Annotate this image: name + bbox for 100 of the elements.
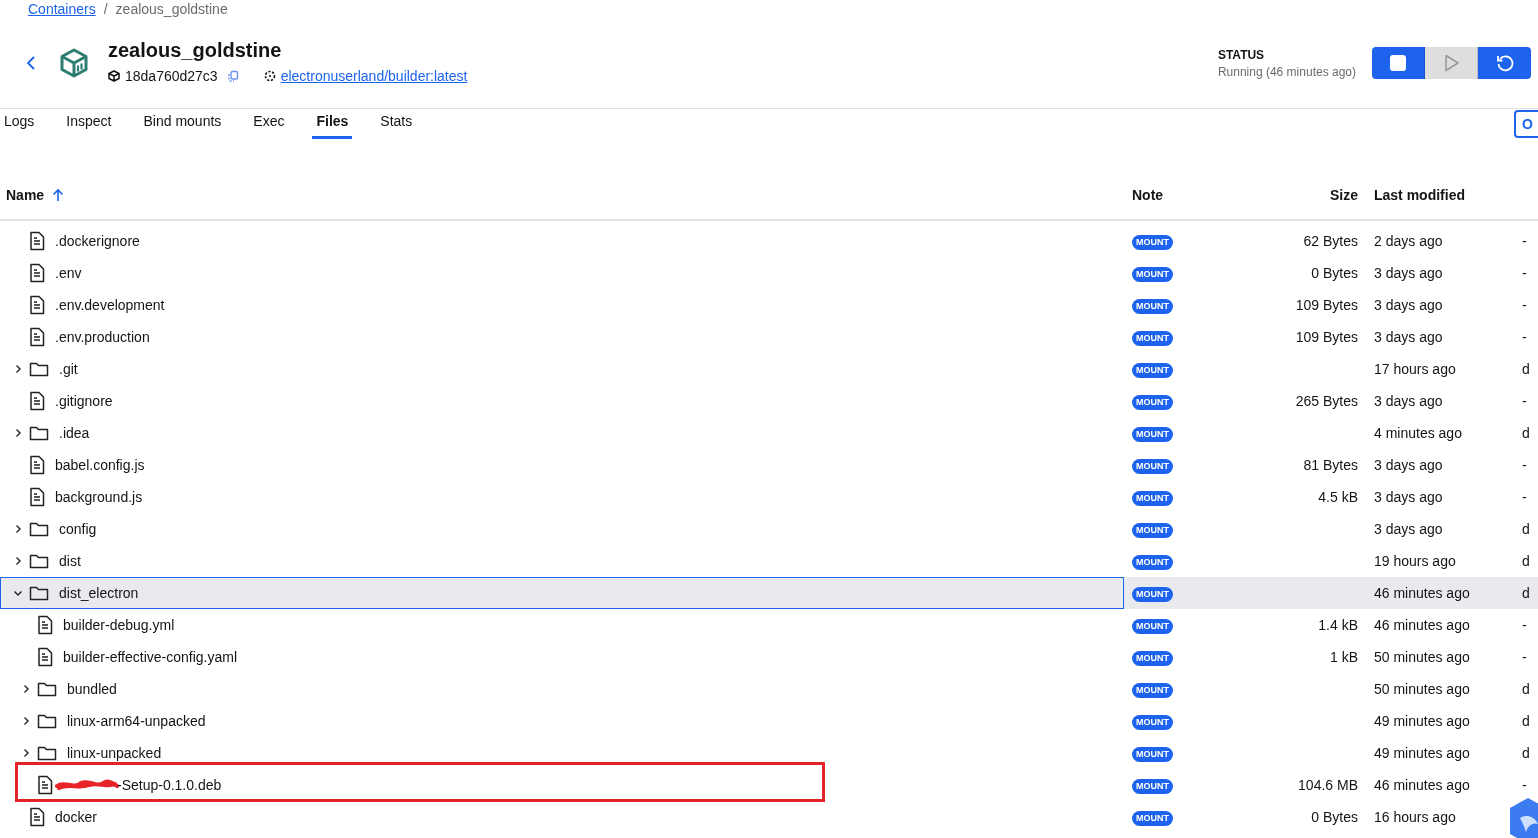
image-icon bbox=[263, 69, 276, 82]
permissions-text: - bbox=[1522, 649, 1527, 665]
restart-icon bbox=[1495, 54, 1514, 72]
column-header[interactable]: Note bbox=[1132, 187, 1164, 203]
file-icon bbox=[29, 231, 45, 251]
file-icon bbox=[29, 295, 45, 315]
modified-time: 50 minutes ago bbox=[1374, 649, 1470, 665]
open-button[interactable]: O bbox=[1514, 110, 1538, 138]
table-row[interactable]: dist MOUNT 19 hours ago d bbox=[0, 545, 1538, 577]
file-name: dist_electron bbox=[59, 585, 139, 601]
tab[interactable]: Exec bbox=[249, 109, 289, 139]
table-row[interactable]: bundled MOUNT 50 minutes ago d bbox=[0, 673, 1538, 705]
tab[interactable]: Inspect bbox=[62, 109, 116, 139]
tab[interactable]: Logs bbox=[0, 109, 39, 139]
chevron-icon[interactable] bbox=[21, 684, 31, 694]
back-icon[interactable] bbox=[26, 55, 36, 71]
tab[interactable]: Files bbox=[312, 109, 353, 139]
table-row[interactable]: .gitignore MOUNT 265 Bytes 3 days ago - bbox=[0, 385, 1538, 417]
mount-badge: MOUNT bbox=[1132, 715, 1173, 730]
table-row[interactable]: .env MOUNT 0 Bytes 3 days ago - bbox=[0, 257, 1538, 289]
image-link[interactable]: electronuserland/builder:latest bbox=[280, 67, 468, 84]
mount-badge: MOUNT bbox=[1132, 683, 1173, 698]
modified-time: 19 hours ago bbox=[1374, 553, 1456, 569]
tab[interactable]: Stats bbox=[376, 109, 417, 139]
file-icon bbox=[37, 647, 53, 667]
tab[interactable]: Bind mounts bbox=[139, 109, 226, 139]
column-header[interactable]: Size bbox=[1330, 187, 1358, 203]
table-row[interactable]: .env.production MOUNT 109 Bytes 3 days ago - bbox=[0, 321, 1538, 353]
file-name: .idea bbox=[59, 425, 90, 441]
mount-badge: MOUNT bbox=[1132, 299, 1173, 314]
chevron-icon[interactable] bbox=[13, 524, 23, 534]
chevron-icon[interactable] bbox=[13, 428, 23, 438]
permissions-text: - bbox=[1522, 329, 1527, 345]
mount-badge: MOUNT bbox=[1132, 491, 1173, 506]
mount-badge: MOUNT bbox=[1132, 651, 1173, 666]
file-size: 265 Bytes bbox=[1295, 393, 1358, 409]
mount-badge: MOUNT bbox=[1132, 747, 1173, 762]
permissions-text: - bbox=[1522, 617, 1527, 633]
permissions-text: d bbox=[1522, 553, 1530, 569]
permissions-text: - bbox=[1522, 233, 1527, 249]
file-size: 109 Bytes bbox=[1295, 297, 1358, 313]
stop-button[interactable] bbox=[1372, 47, 1425, 79]
modified-time: 49 minutes ago bbox=[1374, 713, 1470, 729]
breadcrumb-current: zealous_goldstine bbox=[115, 1, 228, 17]
mount-badge: MOUNT bbox=[1132, 267, 1173, 282]
chevron-icon[interactable] bbox=[13, 364, 23, 374]
breadcrumb-link[interactable]: Containers bbox=[28, 1, 96, 17]
mount-badge: MOUNT bbox=[1132, 587, 1173, 602]
modified-time: 3 days ago bbox=[1374, 489, 1443, 505]
chevron-icon[interactable] bbox=[21, 748, 31, 758]
table-row[interactable]: docker MOUNT 0 Bytes 16 hours ago bbox=[0, 801, 1538, 833]
table-row[interactable]: background.js MOUNT 4.5 kB 3 days ago - bbox=[0, 481, 1538, 513]
modified-time: 17 hours ago bbox=[1374, 361, 1456, 377]
permissions-text: d bbox=[1522, 361, 1530, 377]
sort-arrow-icon bbox=[52, 188, 65, 202]
file-name: bundled bbox=[67, 681, 117, 697]
mount-badge: MOUNT bbox=[1132, 331, 1173, 346]
folder-icon bbox=[37, 713, 57, 729]
column-header[interactable]: Last modified bbox=[1374, 187, 1465, 203]
file-icon bbox=[37, 775, 53, 795]
table-row[interactable]: .git MOUNT 17 hours ago d bbox=[0, 353, 1538, 385]
status-label: STATUS bbox=[1217, 47, 1266, 62]
table-row[interactable]: babel.config.js MOUNT 81 Bytes 3 days ago - bbox=[0, 449, 1538, 481]
chevron-icon[interactable] bbox=[13, 556, 23, 566]
table-row[interactable]: .env.development MOUNT 109 Bytes 3 days ago - bbox=[0, 289, 1538, 321]
file-icon bbox=[29, 455, 45, 475]
table-row[interactable]: linux-unpacked MOUNT 49 minutes ago d bbox=[0, 737, 1538, 769]
copy-icon[interactable] bbox=[226, 69, 239, 82]
permissions-text: - bbox=[1522, 393, 1527, 409]
table-row[interactable]: config MOUNT 3 days ago d bbox=[0, 513, 1538, 545]
restart-button[interactable] bbox=[1478, 47, 1531, 79]
breadcrumb-separator: / bbox=[103, 1, 108, 17]
file-icon bbox=[29, 807, 45, 827]
table-row[interactable]: dist_electron MOUNT 46 minutes ago d bbox=[0, 577, 1538, 609]
file-name: dist bbox=[59, 553, 81, 569]
chevron-icon[interactable] bbox=[13, 588, 23, 598]
table-row[interactable]: .idea MOUNT 4 minutes ago d bbox=[0, 417, 1538, 449]
modified-time: 46 minutes ago bbox=[1374, 777, 1470, 793]
file-icon bbox=[29, 391, 45, 411]
chevron-icon[interactable] bbox=[21, 716, 31, 726]
mount-badge: MOUNT bbox=[1132, 555, 1173, 570]
column-header[interactable]: Name bbox=[6, 187, 65, 203]
table-row[interactable]: -Setup-0.1.0.deb MOUNT 104.6 MB 46 minutes ago - bbox=[0, 769, 1538, 801]
table-row[interactable]: builder-debug.yml MOUNT 1.4 kB 46 minutes ago - bbox=[0, 609, 1538, 641]
permissions-text: d bbox=[1522, 745, 1530, 761]
permissions-text: - bbox=[1522, 265, 1527, 281]
folder-icon bbox=[37, 745, 57, 761]
table-row[interactable]: builder-effective-config.yaml MOUNT 1 kB 50 minutes ago - bbox=[0, 641, 1538, 673]
table-row[interactable]: linux-arm64-unpacked MOUNT 49 minutes ago d bbox=[0, 705, 1538, 737]
file-name: babel.config.js bbox=[55, 457, 145, 473]
modified-time: 3 days ago bbox=[1374, 457, 1443, 473]
folder-icon bbox=[37, 681, 57, 697]
file-name: .env bbox=[55, 265, 82, 281]
file-name: .gitignore bbox=[55, 393, 113, 409]
file-name: linux-unpacked bbox=[67, 745, 162, 761]
modified-time: 49 minutes ago bbox=[1374, 745, 1470, 761]
folder-icon bbox=[29, 361, 49, 377]
table-row[interactable]: .dockerignore MOUNT 62 Bytes 2 days ago - bbox=[0, 225, 1538, 257]
file-name: .env.development bbox=[55, 297, 165, 313]
mount-badge: MOUNT bbox=[1132, 779, 1173, 794]
